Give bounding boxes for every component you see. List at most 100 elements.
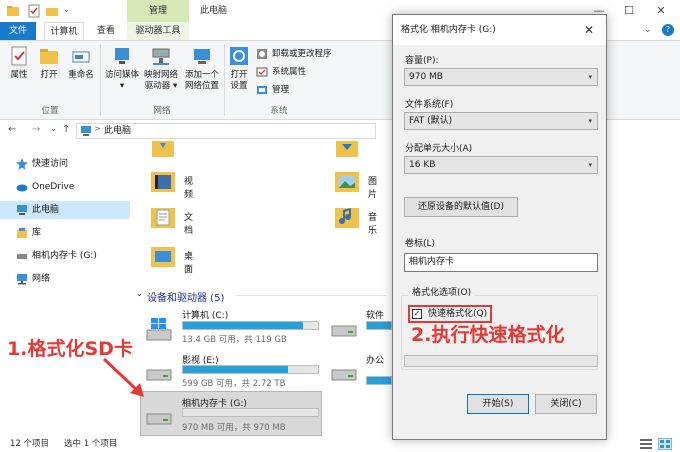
star-icon: [16, 158, 28, 170]
close-button[interactable]: 关闭(C): [535, 394, 597, 414]
open-folder-icon: [40, 49, 58, 64]
cloud-icon: [16, 184, 28, 192]
gear-icon: [230, 47, 248, 65]
open-settings-button[interactable]: 打开 设置: [226, 45, 252, 92]
folder-icon[interactable]: [6, 4, 20, 18]
manage-button[interactable]: 管理: [256, 83, 289, 97]
tab-computer[interactable]: 计算机: [44, 22, 84, 41]
nav-label: 快速访问: [32, 159, 69, 169]
details-view-icon[interactable]: [640, 439, 652, 449]
rename-label: 重命名: [68, 70, 94, 80]
close-window-button[interactable]: ✕: [646, 0, 676, 22]
system-properties-button[interactable]: 系统属性: [256, 65, 306, 79]
capacity-value: 970 MB: [409, 72, 443, 82]
drive-d-name[interactable]: 软件: [366, 308, 384, 321]
drive-info: 599 GB 可用，共 2.72 TB: [182, 379, 286, 389]
maximize-button[interactable]: ☐: [614, 0, 644, 22]
access-media-button[interactable]: 访问媒体 ▾: [104, 45, 140, 92]
volume-label-label: 卷标(L): [405, 239, 436, 249]
breadcrumb-this-pc[interactable]: 此电脑: [104, 123, 131, 139]
tab-view[interactable]: 查看: [92, 22, 120, 40]
nav-label: 网络: [32, 274, 51, 284]
tab-drive-tools[interactable]: 驱动器工具: [127, 22, 189, 40]
uninstall-program-button[interactable]: 卸载或更改程序: [256, 47, 332, 61]
drive-f-name[interactable]: 办公: [366, 353, 384, 366]
add-location-icon: [194, 49, 210, 64]
add-location-label-2: 网络位置: [184, 81, 219, 91]
back-arrow-icon[interactable]: ←: [8, 124, 16, 135]
group-network-label: 网络: [153, 106, 171, 116]
windows-drive-icon[interactable]: [145, 316, 173, 342]
restore-defaults-button[interactable]: 还原设备的默认值(D): [404, 197, 518, 217]
filesystem-label: 文件系统(F): [405, 100, 454, 110]
help-icon[interactable]: ?: [662, 24, 674, 36]
desktop-blue-folder-icon[interactable]: [334, 141, 360, 159]
quick-format-label: 快速格式化(Q): [428, 309, 488, 319]
dialog-title-bar: 格式化 相机内存卡 (G:) ✕: [393, 15, 606, 45]
map-network-drive-button[interactable]: 映射网络 驱动器 ▾: [142, 45, 180, 92]
forward-arrow-icon[interactable]: →: [32, 124, 40, 135]
start-button[interactable]: 开始(S): [467, 394, 529, 414]
allocation-unit-select[interactable]: 16 KB ▾: [404, 156, 598, 174]
uninstall-icon: [257, 49, 267, 59]
documents-folder-icon: [151, 208, 175, 228]
recent-locations-icon[interactable]: ⌄: [50, 124, 57, 133]
drive-info: 970 MB 可用，共 970 MB: [182, 423, 286, 433]
drive-name[interactable]: 计算机 (C:): [182, 308, 228, 321]
nav-item-network[interactable]: 网络: [0, 270, 130, 288]
annotation-step-2: 2.执行快速格式化: [411, 324, 565, 346]
nav-item-quick-access[interactable]: 快速访问: [0, 155, 130, 173]
folder-label: 桌面: [184, 252, 194, 275]
drive-f-usage-bar: [366, 376, 392, 385]
tab-file[interactable]: 文件: [0, 22, 36, 40]
filesystem-value: FAT (默认): [409, 116, 453, 126]
rename-button[interactable]: 重命名: [66, 45, 96, 81]
access-media-label: 访问媒体: [104, 70, 139, 80]
video-folder-icon: [151, 172, 175, 192]
uninstall-label: 卸载或更改程序: [272, 49, 332, 59]
volume-label-input[interactable]: 相机内存卡: [404, 253, 598, 272]
rename-icon: [72, 51, 90, 63]
folder-label: 视频: [184, 177, 194, 200]
music-folder-icon: [335, 208, 359, 228]
drive-info: 13.4 GB 可用，共 119 GB: [182, 335, 287, 345]
nav-item-onedrive[interactable]: OneDrive: [0, 178, 130, 196]
capacity-select[interactable]: 970 MB ▾: [404, 68, 598, 86]
manage-context-tab[interactable]: 管理: [127, 0, 189, 22]
pictures-folder-icon: [335, 172, 359, 192]
network-icon: [17, 274, 27, 285]
group-location-label: 位置: [41, 106, 59, 116]
drive-usage-fill: [183, 322, 304, 329]
map-drive-label: 映射网络: [143, 70, 178, 80]
drive-usage-fill: [367, 322, 391, 329]
hard-drive-icon[interactable]: [330, 318, 358, 340]
new-folder-quick-icon[interactable]: [45, 4, 59, 18]
ribbon-expand-icon[interactable]: ⌄: [644, 25, 652, 35]
nav-item-library[interactable]: 库: [0, 224, 130, 242]
nav-item-camera-card[interactable]: 相机内存卡 (G:): [0, 247, 130, 265]
allocation-unit-label: 分配单元大小(A): [405, 144, 473, 154]
devices-group-header[interactable]: 设备和驱动器 (5): [147, 289, 224, 304]
quick-access-dropdown-icon[interactable]: ⌄: [63, 5, 70, 14]
collapse-group-icon[interactable]: ⌄: [136, 289, 143, 298]
add-location-label: 添加一个: [184, 70, 219, 80]
properties-quick-icon[interactable]: [27, 4, 41, 18]
drive-usage-bar: [182, 408, 319, 417]
network-drive-icon: [152, 48, 170, 65]
downloads-folder-icon[interactable]: [150, 141, 176, 159]
format-dialog: 格式化 相机内存卡 (G:) ✕ 容量(P): 970 MB ▾ 文件系统(F)…: [392, 14, 607, 440]
item-count: 12 个项目: [10, 439, 50, 449]
chevron-down-icon: ▾: [588, 117, 592, 125]
system-properties-label: 系统属性: [272, 67, 307, 77]
add-network-location-button[interactable]: 添加一个 网络位置: [182, 45, 222, 92]
dialog-close-icon[interactable]: ✕: [576, 15, 602, 45]
system-properties-icon: [256, 67, 268, 77]
tiles-view-icon[interactable]: [658, 438, 672, 450]
properties-button[interactable]: 属性: [6, 45, 32, 81]
hard-drive-icon[interactable]: [330, 362, 358, 384]
filesystem-select[interactable]: FAT (默认) ▾: [404, 112, 598, 130]
manage-label: 管理: [272, 85, 290, 95]
up-arrow-icon[interactable]: ↑: [62, 124, 70, 135]
nav-item-this-pc[interactable]: 此电脑: [0, 201, 130, 219]
open-button[interactable]: 打开: [36, 45, 62, 81]
